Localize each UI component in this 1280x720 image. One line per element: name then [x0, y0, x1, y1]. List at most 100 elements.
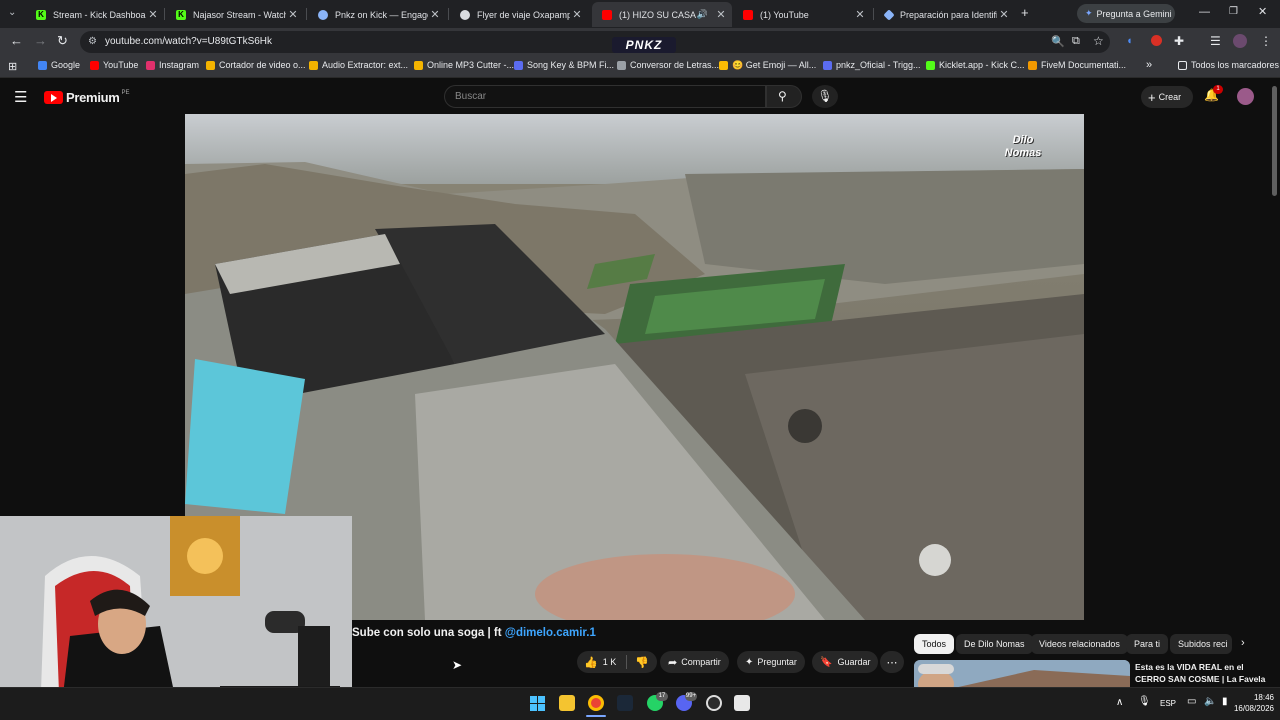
back-button[interactable]: ←	[10, 33, 23, 48]
tab-preparacion[interactable]: Preparación para Identificación ✕	[875, 2, 1015, 27]
bookmark-item[interactable]: Online MP3 Cutter -...	[414, 60, 514, 70]
close-window-button[interactable]: ✕	[1258, 5, 1267, 18]
tab-kick-dashboard[interactable]: K Stream - Kick Dashboard ✕	[26, 2, 164, 27]
youtube-icon	[743, 9, 753, 20]
restore-button[interactable]: ❐	[1229, 6, 1238, 17]
profile-avatar[interactable]	[1233, 34, 1247, 48]
extensions-puzzle-icon[interactable]: ✚	[1174, 34, 1184, 48]
chip-para-ti[interactable]: Para ti	[1126, 634, 1169, 654]
extension-red-icon[interactable]	[1151, 35, 1162, 46]
all-bookmarks-folder[interactable]: Todos los marcadores	[1178, 60, 1279, 70]
bookmark-item[interactable]: Google	[38, 60, 80, 70]
bookmark-item[interactable]: FiveM Documentati...	[1028, 60, 1126, 70]
hamburger-menu-icon[interactable]: ☰	[14, 88, 27, 106]
bookmark-item[interactable]: Instagram	[146, 60, 199, 70]
network-icon[interactable]: ▭	[1187, 696, 1196, 707]
search-input[interactable]: Buscar	[444, 85, 766, 108]
chrome-menu-icon[interactable]: ⋮	[1260, 34, 1272, 48]
zoom-icon[interactable]: 🔍	[1051, 35, 1065, 48]
volume-icon[interactable]: 🔈	[1204, 696, 1216, 707]
file-explorer-icon[interactable]	[559, 695, 575, 711]
forward-button[interactable]: →	[34, 33, 47, 48]
plus-icon: +	[1148, 89, 1156, 105]
windows-taskbar	[0, 687, 1280, 720]
capture-app-icon[interactable]	[734, 695, 750, 711]
close-tab-icon[interactable]: ✕	[853, 8, 867, 21]
notification-badge: 1	[1213, 85, 1223, 94]
language-indicator[interactable]: ESP	[1160, 699, 1176, 708]
apps-grid-icon[interactable]: ⊞	[8, 60, 17, 73]
ask-button[interactable]: ✦ Preguntar	[737, 651, 805, 673]
close-tab-icon[interactable]: ✕	[286, 8, 300, 21]
chip-videos-relacionados[interactable]: Videos relacionados	[1031, 634, 1128, 654]
create-button[interactable]: + Crear	[1141, 86, 1193, 108]
start-button[interactable]	[530, 696, 545, 711]
close-tab-icon[interactable]: ✕	[714, 8, 728, 21]
chip-de-dilo-nomas[interactable]: De Dilo Nomas	[956, 634, 1033, 654]
bookmark-item[interactable]: 😊 Get Emoji — All...	[719, 60, 816, 71]
steam-icon[interactable]	[617, 695, 633, 711]
bookmark-item[interactable]: YouTube	[90, 60, 138, 70]
gemini-button[interactable]: ✦ Pregunta a Gemini	[1077, 4, 1175, 23]
more-bookmarks-icon[interactable]: »	[1146, 59, 1152, 71]
bookmark-item[interactable]: Song Key & BPM Fi...	[514, 60, 614, 70]
reading-list-icon[interactable]: ☰	[1210, 34, 1221, 48]
dislike-button[interactable]: 👎	[635, 656, 649, 669]
like-button[interactable]: 👍	[584, 656, 598, 669]
save-button[interactable]: 🔖 Guardar	[812, 651, 879, 673]
gemini-star-icon	[883, 8, 895, 21]
search-button[interactable]: ⚲	[766, 85, 802, 108]
chips-next-arrow-icon[interactable]: ›	[1241, 637, 1245, 649]
tray-overflow-icon[interactable]: ∧	[1116, 697, 1123, 708]
bookmark-star-icon[interactable]: ☆	[1093, 34, 1104, 48]
close-tab-icon[interactable]: ✕	[146, 8, 160, 21]
bookmark-favicon-icon	[514, 60, 523, 70]
chip-subidos-recientemente[interactable]: Subidos reci	[1170, 634, 1232, 654]
recommended-thumbnail[interactable]	[914, 660, 1130, 688]
minimize-button[interactable]: —	[1199, 6, 1210, 18]
bookmark-item[interactable]: Conversor de Letras...	[617, 60, 719, 70]
tab-search-icon[interactable]: ⌄	[8, 7, 16, 18]
audio-playing-icon[interactable]: 🔊	[697, 9, 708, 20]
close-tab-icon[interactable]: ✕	[428, 8, 442, 21]
site-info-icon[interactable]: ⚙	[88, 36, 97, 47]
extension-audio-icon[interactable]: ◖	[1126, 35, 1133, 47]
tab-pnkz-engagement[interactable]: Pnkz on Kick — Engagement ✕	[308, 2, 446, 27]
youtube-premium-logo[interactable]: Premium PE	[44, 90, 130, 105]
kick-icon: K	[176, 9, 186, 20]
youtube-avatar[interactable]	[1237, 88, 1254, 105]
gemini-icon: ✦	[1085, 8, 1093, 18]
kick-icon: K	[36, 9, 46, 20]
youtube-icon	[602, 9, 612, 20]
bookmark-item[interactable]: Audio Extractor: ext...	[309, 60, 408, 70]
new-tab-button[interactable]: +	[1021, 5, 1029, 20]
bookmark-item[interactable]: Cortador de video o...	[206, 60, 306, 70]
chip-todos[interactable]: Todos	[914, 634, 955, 654]
page-scrollbar[interactable]	[1272, 86, 1277, 196]
more-actions-button[interactable]: ⋯	[880, 651, 904, 673]
close-tab-icon[interactable]: ✕	[570, 8, 584, 21]
tray-mic-icon[interactable]: 🎙	[1138, 696, 1151, 707]
more-dots-icon: ⋯	[886, 656, 898, 669]
chrome-taskbar-icon[interactable]	[588, 695, 604, 711]
url-text[interactable]: youtube.com/watch?v=U89tGTkS6Hk	[105, 36, 272, 47]
tab-youtube[interactable]: (1) YouTube ✕	[733, 2, 871, 27]
obs-icon[interactable]	[706, 695, 722, 711]
bookmark-item[interactable]: Kicklet.app - Kick C...	[926, 60, 1025, 70]
mention-link[interactable]: @dimelo.camir.1	[505, 627, 596, 639]
recommended-title[interactable]: Esta es la VIDA REAL en el CERRO SAN COS…	[1135, 661, 1265, 685]
tab-hizo-su-casa[interactable]: (1) HIZO SU CASA SOBRE 🔊 ✕	[592, 2, 732, 27]
clock[interactable]: 18:46 16/08/2026	[1226, 692, 1274, 714]
tab-najasor-stream[interactable]: K Najasor Stream - Watch Live ✕	[166, 2, 304, 27]
voice-search-button[interactable]: 🎙	[812, 85, 838, 108]
bookmark-favicon-icon	[617, 60, 626, 70]
notifications-button[interactable]: 🔔 1	[1204, 85, 1223, 102]
tab-flyer-oxapampa[interactable]: Flyer de viaje Oxapampa ✕	[450, 2, 588, 27]
bookmark-item[interactable]: pnkz_Oficial - Trigg...	[823, 60, 921, 70]
reload-button[interactable]: ↻	[57, 33, 68, 49]
install-app-icon[interactable]: ⧉	[1072, 35, 1080, 48]
share-button[interactable]: ➦ Compartir	[660, 651, 729, 673]
bookmark-favicon-icon	[206, 60, 215, 70]
thumbnail-image	[914, 660, 1130, 688]
close-tab-icon[interactable]: ✕	[997, 8, 1011, 21]
